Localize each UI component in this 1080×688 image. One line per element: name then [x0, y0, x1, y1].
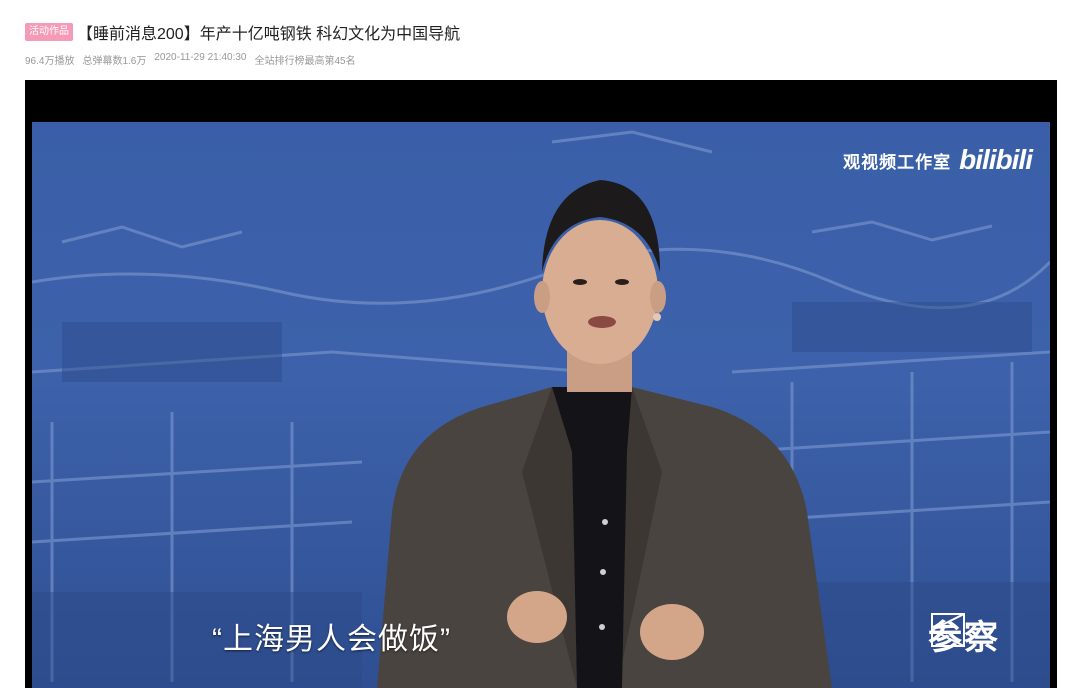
video-info-header: 活动作品 【睡前消息200】年产十亿吨钢铁 科幻文化为中国导航 96.4万播放 … [25, 20, 1055, 67]
video-frame[interactable]: 观视频工作室 bilibili “上海男人会做饭” 参察 [32, 122, 1050, 688]
bilibili-logo: bilibili [959, 144, 1033, 175]
title-row: 活动作品 【睡前消息200】年产十亿吨钢铁 科幻文化为中国导航 [25, 20, 1055, 44]
video-player[interactable]: 观视频工作室 bilibili “上海男人会做饭” 参察 [25, 80, 1057, 688]
video-meta: 96.4万播放 总弹幕数1.6万 2020-11-29 21:40:30 全站排… [25, 52, 1055, 67]
publish-datetime: 2020-11-29 21:40:30 [154, 52, 247, 63]
ranking-info[interactable]: 全站排行榜最高第45名 [255, 52, 356, 67]
corner-logo: 参察 [928, 610, 1000, 659]
activity-badge[interactable]: 活动作品 [25, 23, 73, 41]
video-title: 【睡前消息200】年产十亿吨钢铁 科幻文化为中国导航 [77, 26, 461, 43]
watermark-text: 观视频工作室 [843, 152, 952, 172]
channel-watermark: 观视频工作室 bilibili [843, 144, 1033, 176]
video-page: 活动作品 【睡前消息200】年产十亿吨钢铁 科幻文化为中国导航 96.4万播放 … [0, 0, 1080, 688]
video-scene [32, 130, 1050, 688]
danmaku-count: 总弹幕数1.6万 [82, 56, 147, 67]
video-subtitle: “上海男人会做饭” [212, 623, 451, 656]
view-count: 96.4万播放 [25, 56, 75, 67]
speaker [377, 180, 832, 688]
canxuan-logo-icon [931, 613, 965, 647]
